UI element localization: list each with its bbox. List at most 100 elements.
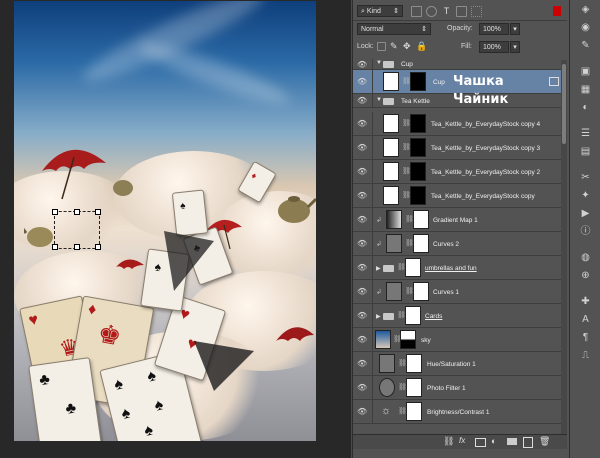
eye-icon[interactable]: 👁 [357, 359, 367, 369]
filter-type-icon[interactable]: T [441, 6, 452, 17]
visibility-cell[interactable]: 👁 [353, 112, 373, 135]
transform-handle[interactable] [95, 209, 101, 215]
lock-transparent-icon[interactable] [377, 42, 386, 51]
canvas-area[interactable]: ♥ ♛ ♚ ♦ ♣ ♣ ♠ ♠ ♠ ♠ ♠ ♥ ♥ ♣ ♦ ♠ [0, 0, 351, 458]
channels-icon[interactable]: ◉ [580, 22, 591, 33]
filter-adjustment-icon[interactable] [426, 6, 437, 17]
add-mask-icon[interactable] [475, 438, 486, 447]
visibility-cell[interactable]: 👁 [353, 376, 373, 399]
layer-cup[interactable]: 👁 ⛓ Cup Чашка [353, 70, 567, 94]
lock-image-icon[interactable]: ✎ [390, 42, 399, 51]
expand-caret-icon[interactable]: ▼ [376, 60, 382, 66]
visibility-cell[interactable]: 👁 [353, 136, 373, 159]
color-icon[interactable]: ▣ [580, 66, 591, 77]
history-icon[interactable]: ☰ [580, 128, 591, 139]
visibility-cell[interactable]: 👁 [353, 94, 373, 107]
visibility-cell[interactable]: 👁 [353, 400, 373, 423]
eye-icon[interactable]: 👁 [357, 191, 367, 201]
layer-mask-thumbnail[interactable] [410, 114, 426, 133]
blend-mode-select[interactable]: Normal ⇕ [357, 23, 431, 35]
filter-toggle[interactable] [553, 6, 561, 16]
eye-icon[interactable]: 👁 [357, 335, 367, 345]
layers-panel-icon[interactable]: ◈ [580, 4, 591, 15]
layer-group-umbrellas-and-fun[interactable]: 👁 ▶ ⛓ umbrellas and fun [353, 256, 567, 280]
layer-tea-kettle-copy-4[interactable]: 👁 ⛓ Tea_Kettle_by_EverydayStock copy 4 [353, 112, 567, 136]
opacity-input[interactable]: 100% [479, 23, 509, 35]
eye-icon[interactable]: 👁 [357, 77, 367, 87]
eye-icon[interactable]: 👁 [357, 96, 367, 106]
layer-mask-thumbnail[interactable] [400, 330, 416, 349]
fill-input[interactable]: 100% [479, 41, 509, 53]
adjustments-icon[interactable]: ◐ [580, 102, 591, 113]
layer-group-tea-kettle[interactable]: 👁 ▼ Tea Kettle Чайник [353, 92, 567, 108]
brush-icon[interactable]: ✂ [580, 172, 591, 183]
layer-gradient-map-1[interactable]: 👁 ↲ ⛓ Gradient Map 1 [353, 208, 567, 232]
layer-photo-filter-1[interactable]: 👁 ⛓ Photo Filter 1 [353, 376, 567, 400]
transform-handle[interactable] [74, 244, 80, 250]
trash-icon[interactable]: 🗑 [539, 436, 550, 447]
eye-icon[interactable]: 👁 [357, 60, 367, 70]
visibility-cell[interactable]: 👁 [353, 59, 373, 69]
layer-curves-2[interactable]: 👁 ↲ ⛓ Curves 2 [353, 232, 567, 256]
layers-scrollbar-thumb[interactable] [562, 64, 566, 144]
layer-mask-thumbnail[interactable] [410, 162, 426, 181]
info-icon[interactable]: ⓘ [580, 226, 591, 237]
eye-icon[interactable]: 👁 [357, 167, 367, 177]
eye-icon[interactable]: 👁 [357, 239, 367, 249]
eye-icon[interactable]: 👁 [357, 287, 367, 297]
lock-position-icon[interactable]: ✥ [403, 42, 412, 51]
layer-mask-thumbnail[interactable] [410, 186, 426, 205]
styles-icon[interactable]: ◍ [580, 252, 591, 263]
visibility-cell[interactable]: 👁 [353, 208, 373, 231]
paths-icon[interactable]: ✎ [580, 40, 591, 51]
eye-icon[interactable]: 👁 [357, 119, 367, 129]
fill-dropdown-icon[interactable]: ▾ [510, 41, 520, 53]
visibility-cell[interactable]: 👁 [353, 280, 373, 303]
layer-mask-thumbnail[interactable] [406, 378, 422, 397]
swatches-icon[interactable]: ▦ [580, 84, 591, 95]
layer-tea-kettle-copy-2[interactable]: 👁 ⛓ Tea_Kettle_by_EverydayStock copy 2 [353, 160, 567, 184]
layer-mask-thumbnail[interactable] [405, 306, 421, 325]
actions-icon[interactable]: ▶ [580, 208, 591, 219]
layer-mask-thumbnail[interactable] [413, 234, 429, 253]
layer-mask-thumbnail[interactable] [410, 138, 426, 157]
eye-icon[interactable]: 👁 [357, 263, 367, 273]
layer-sky[interactable]: 👁 ⛓ sky [353, 328, 567, 352]
transform-handle[interactable] [52, 209, 58, 215]
filter-kind-select[interactable]: ⌕ Kind ⇕ [357, 5, 403, 17]
layer-mask-thumbnail[interactable] [410, 72, 426, 91]
layer-brightness-contrast-1[interactable]: 👁 ☼ ⛓ Brightness/Contrast 1 [353, 400, 567, 424]
layer-mask-thumbnail[interactable] [405, 258, 421, 277]
timeline-icon[interactable]: ⎍ [580, 350, 591, 361]
filter-pixel-icon[interactable] [411, 6, 422, 17]
filter-smart-object-icon[interactable] [471, 6, 482, 17]
layer-group-cards[interactable]: 👁 ▶ ⛓ Cards [353, 304, 567, 328]
eye-icon[interactable]: 👁 [357, 215, 367, 225]
visibility-cell[interactable]: 👁 [353, 160, 373, 183]
new-adjustment-icon[interactable]: ◐ [491, 436, 496, 446]
visibility-cell[interactable]: 👁 [353, 70, 373, 93]
navigator-icon[interactable]: ⊕ [580, 270, 591, 281]
eye-icon[interactable]: 👁 [357, 143, 367, 153]
transform-handle[interactable] [95, 244, 101, 250]
layer-group-cup[interactable]: 👁 ▼ Cup [353, 59, 567, 70]
new-group-icon[interactable] [507, 438, 517, 445]
layer-tea-kettle-copy-3[interactable]: 👁 ⛓ Tea_Kettle_by_EverydayStock copy 3 [353, 136, 567, 160]
link-layers-icon[interactable]: ⛓ [443, 436, 454, 447]
visibility-cell[interactable]: 👁 [353, 232, 373, 255]
visibility-cell[interactable]: 👁 [353, 256, 373, 279]
document-image[interactable]: ♥ ♛ ♚ ♦ ♣ ♣ ♠ ♠ ♠ ♠ ♠ ♥ ♥ ♣ ♦ ♠ [14, 1, 316, 441]
lock-all-icon[interactable]: 🔒 [416, 42, 427, 51]
transform-handle[interactable] [74, 209, 80, 215]
clone-source-icon[interactable]: ✦ [580, 190, 591, 201]
layers-scrollbar[interactable] [561, 60, 567, 434]
fx-icon[interactable]: fx [459, 436, 465, 445]
eye-icon[interactable]: 👁 [357, 407, 367, 417]
visibility-cell[interactable]: 👁 [353, 304, 373, 327]
visibility-cell[interactable]: 👁 [353, 328, 373, 351]
layer-mask-thumbnail[interactable] [413, 210, 429, 229]
layer-tea-kettle-copy[interactable]: 👁 ⛓ Tea_Kettle_by_EverydayStock copy [353, 184, 567, 208]
expand-caret-icon[interactable]: ▼ [376, 97, 382, 103]
expand-caret-icon[interactable]: ▶ [376, 313, 381, 320]
filter-shape-icon[interactable] [456, 6, 467, 17]
